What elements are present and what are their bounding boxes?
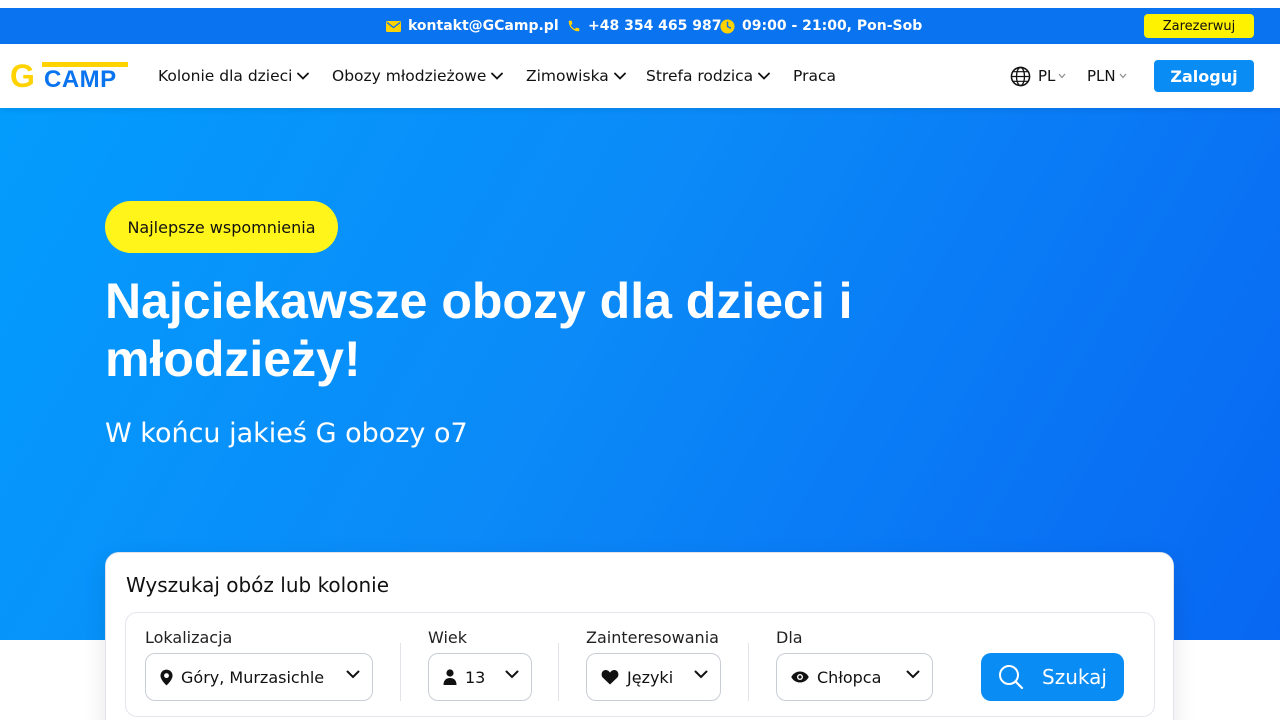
hours-text: 09:00 - 21:00, Pon-Sob: [742, 18, 923, 34]
chevron-down-icon: [346, 670, 360, 679]
for-label: Dla: [776, 628, 803, 647]
mail-icon: [386, 20, 401, 32]
logo-word-camp: CAMP: [44, 66, 117, 93]
chevron-down-icon: [758, 72, 771, 80]
chevron-down-icon: [491, 72, 504, 80]
for-value: Chłopca: [817, 667, 882, 687]
language-selector[interactable]: PL: [1010, 44, 1066, 108]
login-button[interactable]: Zaloguj: [1154, 60, 1254, 92]
language-value: PL: [1038, 67, 1056, 85]
nav-item-praca[interactable]: Praca: [793, 44, 836, 108]
nav-item-kolonie[interactable]: Kolonie dla dzieci: [158, 44, 310, 108]
location-label: Lokalizacja: [145, 628, 233, 647]
age-select[interactable]: 13: [428, 653, 532, 701]
nav-item-label: Strefa rodzica: [646, 67, 754, 85]
age-label: Wiek: [428, 628, 468, 647]
phone-icon: [568, 20, 580, 32]
search-card: Wyszukaj obóz lub kolonie Lokalizacja Gó…: [105, 552, 1174, 720]
hero-subtitle: W końcu jakieś G obozy o7: [105, 418, 468, 449]
chevron-down-icon: [694, 670, 708, 679]
person-icon: [443, 669, 457, 685]
phone-contact[interactable]: +48 354 465 987: [567, 8, 722, 44]
nav-item-obozy[interactable]: Obozy młodzieżowe: [332, 44, 504, 108]
opening-hours: 09:00 - 21:00, Pon-Sob: [720, 8, 922, 44]
eye-icon: [791, 671, 809, 683]
nav-item-label: Obozy młodzieżowe: [332, 67, 487, 85]
phone-text: +48 354 465 987: [588, 18, 722, 34]
interests-label: Zainteresowania: [586, 628, 719, 647]
chevron-down-icon: [1119, 73, 1127, 79]
location-value: Góry, Murzasichle: [181, 667, 325, 687]
chevron-down-icon: [505, 670, 519, 679]
nav-item-label: Praca: [793, 67, 836, 85]
chevron-down-icon: [297, 72, 310, 80]
globe-icon: [1010, 66, 1031, 86]
gcamp-logo[interactable]: G CAMP: [10, 60, 128, 94]
map-pin-icon: [160, 669, 173, 686]
for-select[interactable]: Chłopca: [776, 653, 933, 701]
email-contact[interactable]: kontakt@GCamp.pl: [386, 8, 559, 44]
search-icon: [999, 665, 1024, 690]
currency-value: PLN: [1087, 67, 1116, 85]
field-divider: [748, 643, 749, 701]
search-card-title: Wyszukaj obóz lub kolonie: [126, 573, 389, 597]
interests-select[interactable]: Języki: [586, 653, 721, 701]
nav-item-zimowiska[interactable]: Zimowiska: [526, 44, 626, 108]
chevron-down-icon: [613, 72, 626, 80]
clock-icon: [720, 18, 735, 34]
email-text: kontakt@GCamp.pl: [408, 18, 559, 34]
heart-icon: [601, 669, 619, 685]
reserve-button[interactable]: Zarezerwuj: [1144, 14, 1254, 38]
chevron-down-icon: [906, 670, 920, 679]
logo-letter-g: G: [10, 58, 35, 94]
field-divider: [400, 643, 401, 701]
age-value: 13: [465, 667, 486, 687]
nav-item-label: Zimowiska: [526, 67, 609, 85]
hero-badge: Najlepsze wspomnienia: [105, 201, 338, 253]
location-select[interactable]: Góry, Murzasichle: [145, 653, 373, 701]
nav-item-strefa-rodzica[interactable]: Strefa rodzica: [646, 44, 771, 108]
hero-title: Najciekawsze obozy dla dzieci i młodzież…: [105, 273, 853, 387]
nav-item-label: Kolonie dla dzieci: [158, 67, 293, 85]
search-button-label: Szukaj: [1042, 665, 1107, 689]
main-navbar: G CAMP Kolonie dla dzieci Obozy młodzież…: [0, 44, 1280, 108]
interests-value: Języki: [627, 667, 674, 687]
field-divider: [558, 643, 559, 701]
chevron-down-icon: [1058, 73, 1066, 79]
search-button[interactable]: Szukaj: [981, 653, 1124, 701]
currency-selector[interactable]: PLN: [1087, 44, 1127, 108]
contact-bar: kontakt@GCamp.pl +48 354 465 987 09:00 -…: [0, 8, 1280, 44]
search-form: Lokalizacja Góry, Murzasichle Wiek 13 Za…: [125, 612, 1155, 717]
